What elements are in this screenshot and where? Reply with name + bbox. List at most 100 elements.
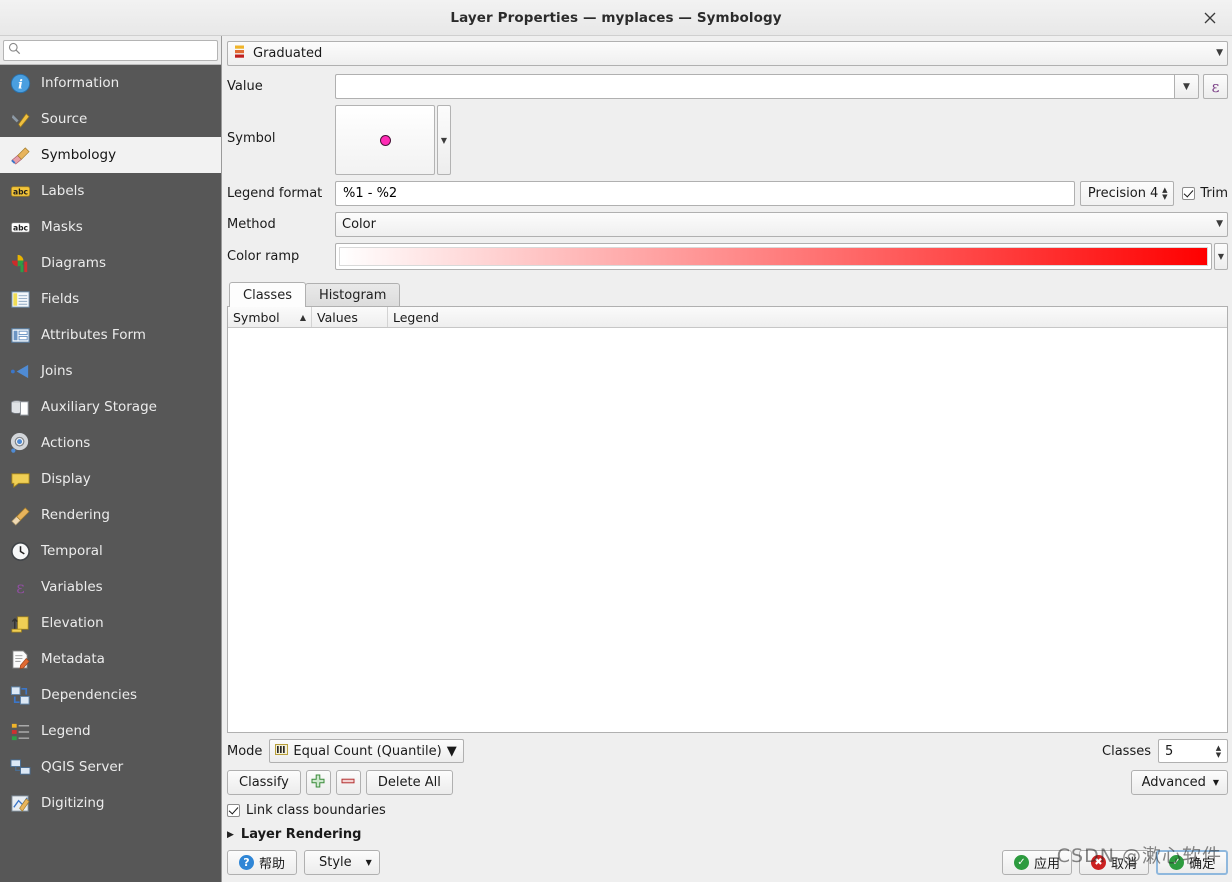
tab-classes[interactable]: Classes — [229, 282, 306, 307]
sidebar-item-information[interactable]: i Information — [0, 65, 221, 101]
classes-spinbox[interactable]: 5 ▲ ▼ — [1158, 739, 1228, 763]
classify-button[interactable]: Classify — [227, 770, 301, 795]
elevation-arrow-icon — [8, 611, 32, 635]
sidebar-item-label: Information — [41, 75, 120, 91]
sidebar-item-variables[interactable]: ε Variables — [0, 569, 221, 605]
chevron-down-icon: ▼ — [1212, 778, 1219, 787]
value-expression-button[interactable]: ε — [1203, 74, 1228, 99]
sidebar-item-symbology[interactable]: Symbology — [0, 137, 221, 173]
rendering-brush-icon — [8, 503, 32, 527]
trim-label: Trim — [1200, 186, 1228, 201]
remove-class-button[interactable] — [335, 770, 361, 795]
style-button[interactable]: Style ▼ — [304, 850, 380, 875]
tab-label: Classes — [243, 287, 292, 303]
sidebar-item-display[interactable]: Display — [0, 461, 221, 497]
method-label: Method — [227, 217, 276, 232]
delete-all-button[interactable]: Delete All — [365, 770, 453, 795]
help-button[interactable]: ? 帮助 — [227, 850, 298, 875]
temporal-clock-icon — [8, 539, 32, 563]
sidebar-item-labels[interactable]: abc Labels — [0, 173, 221, 209]
ok-button[interactable]: ✓ 确定 — [1155, 850, 1228, 875]
color-ramp-dropdown-button[interactable]: ▼ — [1214, 243, 1228, 270]
check-circle-icon: ✓ — [1168, 855, 1184, 870]
column-header-legend[interactable]: Legend — [388, 307, 1227, 327]
sidebar-item-diagrams[interactable]: Diagrams — [0, 245, 221, 281]
sidebar-item-actions[interactable]: Actions — [0, 425, 221, 461]
value-input[interactable] — [341, 78, 1169, 95]
column-header-symbol[interactable]: Symbol ▲ — [228, 307, 312, 327]
symbology-panel: Graduated ▼ Value ▼ ε Symbol ▼ Legend fo… — [222, 36, 1232, 882]
quantile-icon — [275, 743, 289, 760]
cancel-button[interactable]: ✖ 取消 — [1078, 850, 1149, 875]
sidebar-item-label: Elevation — [41, 615, 104, 631]
column-label: Values — [317, 309, 358, 325]
sidebar-item-label: Fields — [41, 291, 80, 307]
svg-text:i: i — [18, 76, 23, 91]
svg-text:abc: abc — [12, 187, 28, 196]
sidebar-item-metadata[interactable]: Metadata — [0, 641, 221, 677]
minus-icon — [341, 774, 355, 792]
dialog-button-bar: ? 帮助 Style ▼ ✓ 应用 ✖ 取消 ✓ 确定 CSDN @漱心软件 — [227, 845, 1228, 882]
close-icon[interactable] — [1198, 6, 1222, 30]
sidebar-item-masks[interactable]: abc Masks — [0, 209, 221, 245]
value-label: Value — [227, 79, 263, 94]
layer-rendering-section[interactable]: ▶ Layer Rendering — [227, 827, 1228, 842]
sidebar-item-elevation[interactable]: Elevation — [0, 605, 221, 641]
layer-rendering-label: Layer Rendering — [240, 827, 362, 842]
column-header-values[interactable]: Values — [312, 307, 388, 327]
qgis-server-icon — [8, 755, 32, 779]
mode-combo[interactable]: Equal Count (Quantile) ▼ — [269, 739, 464, 763]
ok-label: 确定 — [1188, 857, 1215, 872]
classify-button-row: Classify Delete All Advanced ▼ — [227, 770, 1228, 795]
style-label: Style — [319, 855, 352, 870]
spin-arrows-icon[interactable]: ▲ ▼ — [1158, 187, 1171, 201]
search-box[interactable] — [3, 40, 218, 61]
sidebar-item-rendering[interactable]: Rendering — [0, 497, 221, 533]
sidebar-item-source[interactable]: Source — [0, 101, 221, 137]
sidebar-item-fields[interactable]: Fields — [0, 281, 221, 317]
checkbox-icon — [227, 804, 240, 817]
information-icon: i — [8, 71, 32, 95]
sidebar-item-qgis-server[interactable]: QGIS Server — [0, 749, 221, 785]
value-dropdown-button[interactable]: ▼ — [1174, 74, 1199, 99]
value-field[interactable] — [335, 74, 1174, 99]
search-input[interactable] — [21, 42, 213, 59]
sidebar-item-digitizing[interactable]: Digitizing — [0, 785, 221, 821]
renderer-type-combo[interactable]: Graduated ▼ — [227, 41, 1228, 66]
renderer-type-label: Graduated — [253, 46, 323, 61]
sidebar-item-legend[interactable]: Legend — [0, 713, 221, 749]
method-combo[interactable]: Color ▼ — [335, 212, 1228, 237]
tab-histogram[interactable]: Histogram — [304, 283, 401, 307]
sidebar-item-attributes-form[interactable]: Attributes Form — [0, 317, 221, 353]
legend-format-row: Legend format Precision 4 ▲▼ Trim — [227, 181, 1228, 206]
sidebar-item-label: Rendering — [41, 507, 110, 523]
precision-spinbox[interactable]: Precision 4 ▲ ▼ — [1079, 181, 1175, 206]
symbology-tabs: Classes Histogram — [227, 282, 1228, 307]
chevron-down-icon: ▼ — [1216, 219, 1223, 229]
apply-button[interactable]: ✓ 应用 — [1001, 850, 1072, 875]
link-class-boundaries-checkbox[interactable]: Link class boundaries — [227, 803, 1228, 818]
add-class-button[interactable] — [305, 770, 331, 795]
svg-text:abc: abc — [12, 223, 28, 232]
source-icon — [8, 107, 32, 131]
symbol-preview-button[interactable] — [335, 105, 435, 175]
legend-format-input[interactable] — [341, 185, 1069, 202]
symbol-dropdown-button[interactable]: ▼ — [437, 105, 451, 175]
legend-format-field[interactable] — [335, 181, 1075, 206]
color-ramp-button[interactable] — [335, 243, 1212, 270]
sort-asc-icon: ▲ — [299, 312, 306, 322]
method-value: Color — [342, 217, 376, 232]
triangle-right-icon: ▶ — [227, 829, 234, 840]
trim-checkbox[interactable]: Trim — [1182, 186, 1228, 201]
sidebar-item-label: Variables — [41, 579, 103, 595]
legend-format-label: Legend format — [227, 186, 323, 201]
sidebar-item-label: Auxiliary Storage — [41, 399, 157, 415]
spin-arrows-icon[interactable]: ▲ ▼ — [1212, 744, 1225, 758]
classes-table-body[interactable] — [228, 328, 1227, 732]
sidebar-item-joins[interactable]: Joins — [0, 353, 221, 389]
sidebar-item-temporal[interactable]: Temporal — [0, 533, 221, 569]
advanced-button[interactable]: Advanced ▼ — [1130, 770, 1228, 795]
sidebar-item-dependencies[interactable]: Dependencies — [0, 677, 221, 713]
sidebar-item-auxiliary-storage[interactable]: Auxiliary Storage — [0, 389, 221, 425]
classify-label: Classify — [239, 775, 289, 790]
